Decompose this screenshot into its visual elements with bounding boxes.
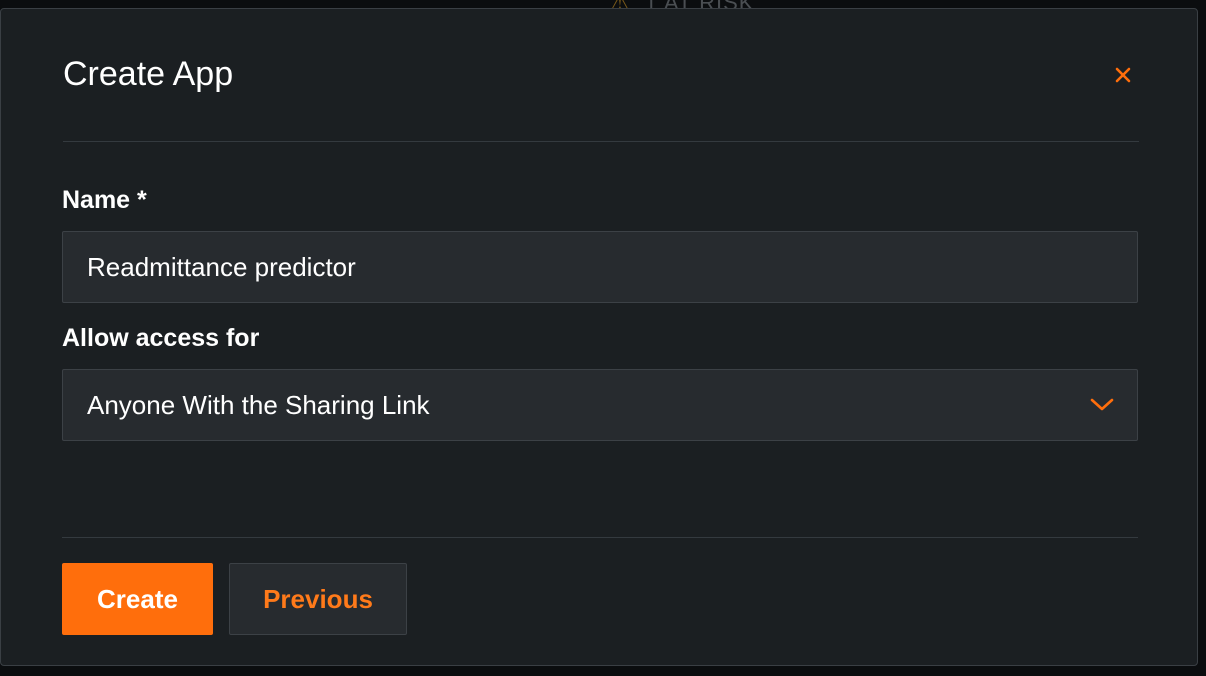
close-icon [1115, 67, 1131, 83]
access-select[interactable]: Anyone With the Sharing Link [62, 369, 1138, 441]
footer-divider [62, 537, 1138, 538]
name-input-value: Readmittance predictor [87, 251, 356, 282]
close-button[interactable] [1107, 59, 1139, 91]
name-field-label: Name * [62, 186, 147, 214]
access-field-label: Allow access for [62, 324, 260, 352]
dialog-title: Create App [63, 55, 234, 93]
name-input[interactable]: Readmittance predictor [62, 231, 1138, 303]
dialog-header: Create App [63, 53, 1139, 142]
previous-button[interactable]: Previous [229, 563, 407, 635]
create-button[interactable]: Create [62, 563, 213, 635]
access-select-value: Anyone With the Sharing Link [87, 389, 430, 420]
chevron-down-icon [1090, 398, 1114, 411]
